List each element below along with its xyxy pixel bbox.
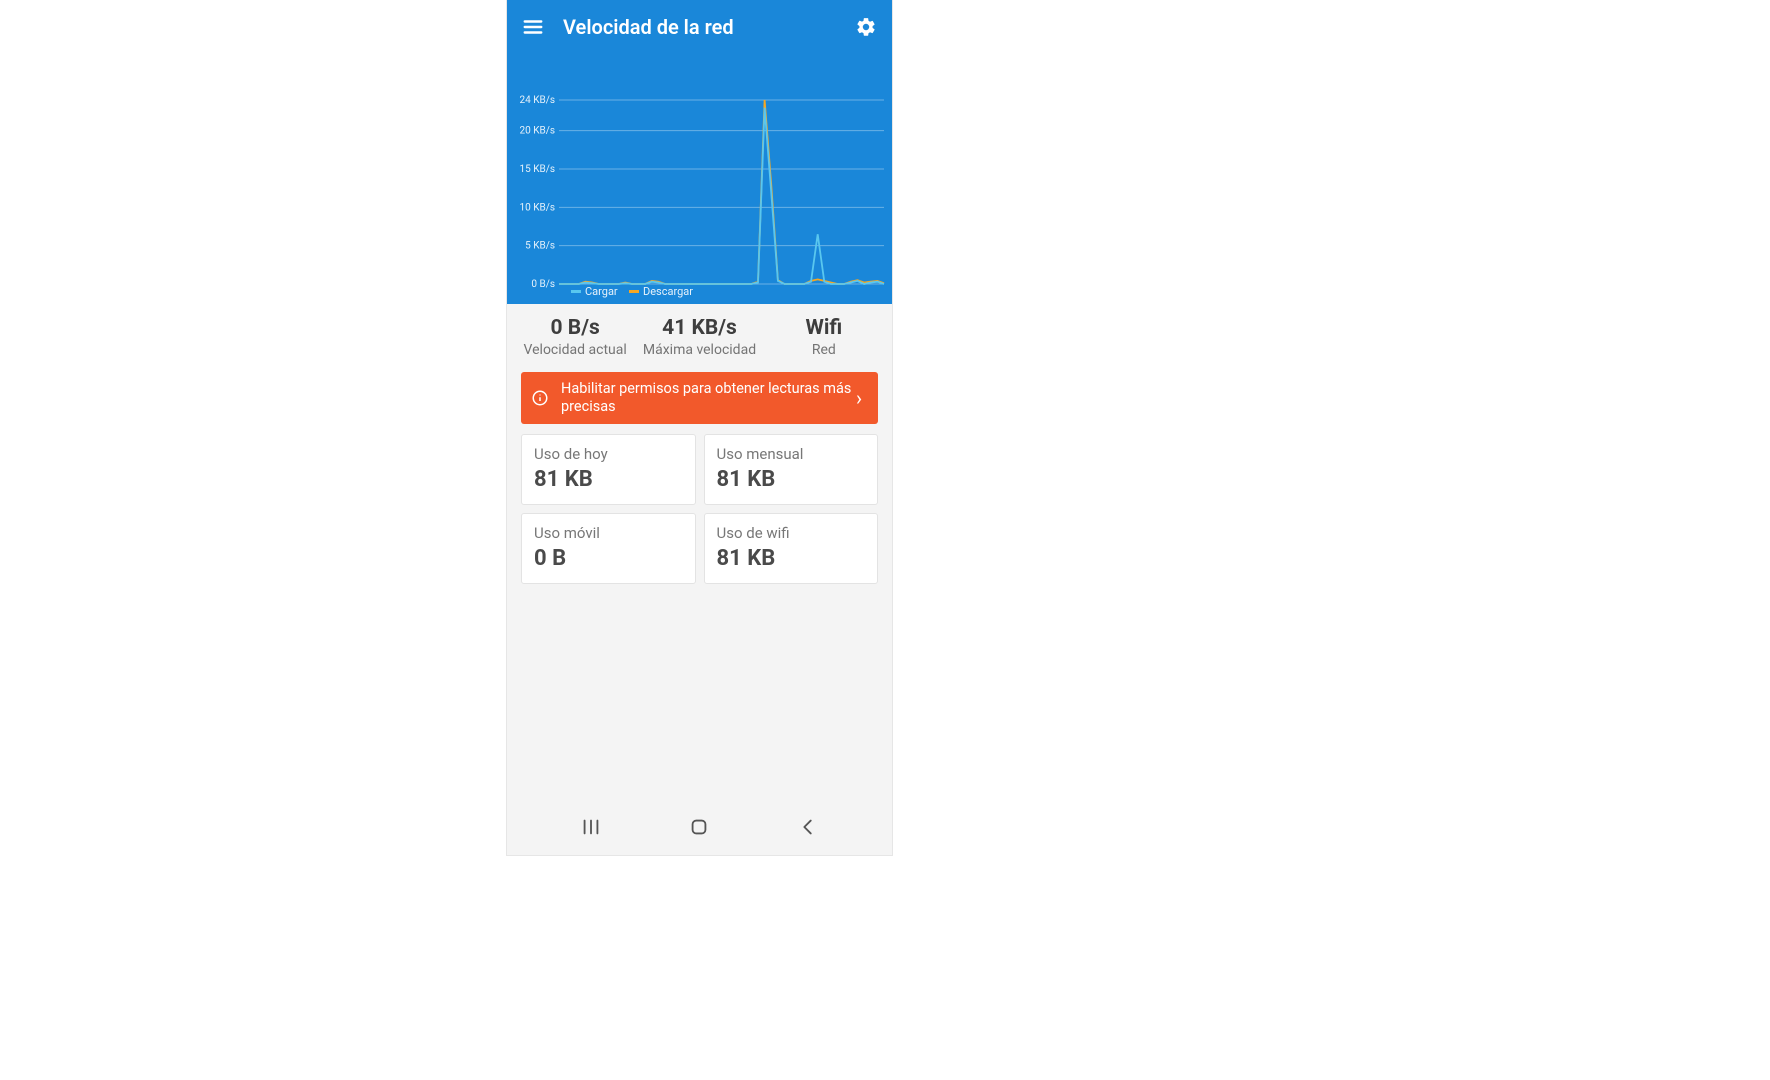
content-area: 0 B/s Velocidad actual 41 KB/s Máxima ve…: [507, 304, 892, 799]
card-label: Uso de wifi: [717, 524, 866, 542]
gear-icon[interactable]: [852, 13, 880, 41]
card-value: 0 B: [534, 546, 683, 571]
nav-recents-icon[interactable]: [571, 807, 611, 847]
banner-text: Habilitar permisos para obtener lecturas…: [561, 380, 852, 416]
svg-text:10 KB/s: 10 KB/s: [519, 202, 555, 213]
svg-text:15 KB/s: 15 KB/s: [519, 164, 555, 175]
appbar: Velocidad de la red: [507, 0, 892, 54]
speed-chart: 0 B/s 5 KB/s 10 KB/s 15 KB/s 20 KB/s 24 KB/s C…: [507, 54, 892, 304]
stat-network: Wifi Red: [762, 316, 886, 358]
card-label: Uso mensual: [717, 445, 866, 463]
permissions-banner[interactable]: Habilitar permisos para obtener lecturas…: [521, 372, 878, 424]
card-usage-monthly[interactable]: Uso mensual 81 KB: [704, 434, 879, 505]
card-label: Uso móvil: [534, 524, 683, 542]
nav-home-icon[interactable]: [679, 807, 719, 847]
svg-text:24 KB/s: 24 KB/s: [519, 95, 555, 106]
header-area: Velocidad de la red 0 B/s 5 KB/s 10 KB/s 15…: [507, 0, 892, 304]
card-usage-today[interactable]: Uso de hoy 81 KB: [521, 434, 696, 505]
nav-back-icon[interactable]: [788, 807, 828, 847]
android-navbar: [507, 799, 892, 855]
card-value: 81 KB: [717, 546, 866, 571]
chevron-right-icon: ›: [852, 388, 870, 408]
card-value: 81 KB: [534, 467, 683, 492]
svg-text:Descargar: Descargar: [643, 285, 693, 298]
card-usage-wifi[interactable]: Uso de wifi 81 KB: [704, 513, 879, 584]
stat-value: 0 B/s: [513, 316, 637, 340]
card-usage-mobile[interactable]: Uso móvil 0 B: [521, 513, 696, 584]
svg-text:5 KB/s: 5 KB/s: [525, 241, 555, 252]
menu-icon[interactable]: [519, 13, 547, 41]
stat-label: Máxima velocidad: [637, 342, 761, 358]
svg-text:0 B/s: 0 B/s: [531, 279, 555, 290]
svg-text:20 KB/s: 20 KB/s: [519, 126, 555, 137]
phone-frame: Velocidad de la red 0 B/s 5 KB/s 10 KB/s 15…: [507, 0, 892, 855]
stat-label: Velocidad actual: [513, 342, 637, 358]
svg-text:Cargar: Cargar: [585, 285, 618, 298]
stat-label: Red: [762, 342, 886, 358]
card-value: 81 KB: [717, 467, 866, 492]
page-title: Velocidad de la red: [563, 15, 734, 39]
stat-max-speed: 41 KB/s Máxima velocidad: [637, 316, 761, 358]
stat-value: Wifi: [762, 316, 886, 340]
info-icon: [531, 389, 553, 407]
card-label: Uso de hoy: [534, 445, 683, 463]
stat-current-speed: 0 B/s Velocidad actual: [513, 316, 637, 358]
usage-cards: Uso de hoy 81 KB Uso mensual 81 KB Uso m…: [507, 434, 892, 584]
stat-value: 41 KB/s: [637, 316, 761, 340]
stats-row: 0 B/s Velocidad actual 41 KB/s Máxima ve…: [507, 304, 892, 368]
